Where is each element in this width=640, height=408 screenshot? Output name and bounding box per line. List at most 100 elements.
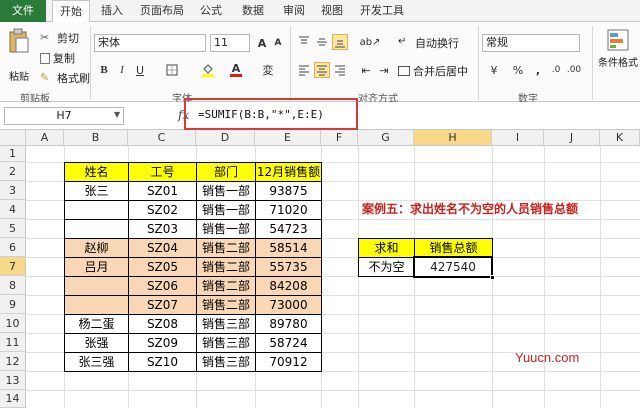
- tab-view[interactable]: 视图: [314, 0, 350, 22]
- table-header-id[interactable]: 工号: [128, 162, 197, 182]
- column-header-h[interactable]: H: [414, 130, 492, 146]
- table-header-dept[interactable]: 部门: [196, 162, 256, 182]
- tab-home[interactable]: 开始: [52, 0, 90, 23]
- increase-decimal-button[interactable]: .0: [548, 62, 564, 78]
- tab-file[interactable]: 文件: [0, 0, 46, 22]
- align-right-button[interactable]: [332, 62, 348, 78]
- table-cell-id[interactable]: SZ01: [128, 181, 197, 201]
- percent-format-button[interactable]: %: [510, 62, 526, 78]
- tab-formulas[interactable]: 公式: [192, 0, 230, 22]
- active-cell-h7[interactable]: 427540: [413, 256, 495, 280]
- number-format-select[interactable]: 常规: [482, 34, 580, 52]
- table-cell-sales[interactable]: 93875: [255, 181, 322, 201]
- underline-button[interactable]: U: [132, 62, 148, 78]
- decrease-indent-button[interactable]: ⇤: [358, 62, 374, 78]
- row-header-14[interactable]: 14: [0, 390, 26, 408]
- table-cell-id[interactable]: SZ08: [128, 314, 197, 334]
- row-header-9[interactable]: 9: [0, 295, 26, 314]
- table-cell-id[interactable]: SZ05: [128, 257, 197, 277]
- column-header-k[interactable]: K: [600, 130, 640, 146]
- tab-developer[interactable]: 开发工具: [354, 0, 410, 22]
- summary-header-value[interactable]: 销售总额: [414, 238, 493, 258]
- table-cell-name[interactable]: 张强: [64, 333, 129, 353]
- align-top-button[interactable]: [296, 34, 312, 50]
- copy-button[interactable]: 复制: [40, 50, 75, 66]
- name-box-dropdown-icon[interactable]: ▼: [114, 110, 120, 119]
- table-cell-name[interactable]: [64, 276, 129, 296]
- tab-page-layout[interactable]: 页面布局: [134, 0, 190, 22]
- table-cell-sales[interactable]: 55735: [255, 257, 322, 277]
- align-middle-button[interactable]: [314, 34, 330, 50]
- table-cell-sales[interactable]: 70912: [255, 352, 322, 372]
- row-header-5[interactable]: 5: [0, 219, 26, 238]
- row-header-10[interactable]: 10: [0, 314, 26, 333]
- column-header-g[interactable]: G: [358, 130, 414, 146]
- table-cell-id[interactable]: SZ06: [128, 276, 197, 296]
- row-header-12[interactable]: 12: [0, 352, 26, 371]
- paste-button[interactable]: 粘贴: [6, 28, 32, 83]
- summary-header-label[interactable]: 求和: [358, 238, 415, 258]
- table-cell-id[interactable]: SZ04: [128, 238, 197, 258]
- table-cell-dept[interactable]: 销售一部: [196, 181, 256, 201]
- font-color-button[interactable]: A: [228, 62, 244, 78]
- decrease-decimal-button[interactable]: .00: [566, 62, 582, 78]
- column-header-j[interactable]: J: [544, 130, 600, 146]
- table-cell-dept[interactable]: 销售一部: [196, 200, 256, 220]
- grow-font-button[interactable]: A: [254, 35, 270, 51]
- summary-row-label[interactable]: 不为空: [358, 257, 415, 277]
- phonetic-button[interactable]: 変: [260, 62, 276, 78]
- row-header-7[interactable]: 7: [0, 257, 26, 276]
- table-cell-id[interactable]: SZ03: [128, 219, 197, 239]
- name-box[interactable]: H7: [4, 107, 124, 125]
- borders-button[interactable]: [164, 62, 180, 78]
- table-cell-sales[interactable]: 71020: [255, 200, 322, 220]
- wrap-text-button[interactable]: ↵ 自动换行: [398, 35, 459, 51]
- row-header-1[interactable]: 1: [0, 146, 26, 162]
- shrink-font-button[interactable]: A: [270, 35, 286, 51]
- table-cell-id[interactable]: SZ09: [128, 333, 197, 353]
- comma-format-button[interactable]: ,: [530, 62, 546, 78]
- table-cell-dept[interactable]: 销售二部: [196, 238, 256, 258]
- row-header-4[interactable]: 4: [0, 200, 26, 219]
- row-header-6[interactable]: 6: [0, 238, 26, 257]
- table-cell-dept[interactable]: 销售三部: [196, 314, 256, 334]
- currency-format-button[interactable]: ¥: [486, 62, 502, 78]
- align-left-button[interactable]: [296, 62, 312, 78]
- row-header-3[interactable]: 3: [0, 181, 26, 200]
- table-header-sales[interactable]: 12月销售额: [255, 162, 322, 182]
- font-name-select[interactable]: 宋体: [94, 34, 206, 52]
- table-cell-name[interactable]: 吕月: [64, 257, 129, 277]
- column-header-e[interactable]: E: [255, 130, 321, 146]
- row-header-2[interactable]: 2: [0, 162, 26, 181]
- table-cell-dept[interactable]: 销售三部: [196, 352, 256, 372]
- table-cell-dept[interactable]: 销售二部: [196, 276, 256, 296]
- column-header-c[interactable]: C: [128, 130, 196, 146]
- table-header-name[interactable]: 姓名: [64, 162, 129, 182]
- align-center-button[interactable]: [314, 62, 330, 78]
- table-cell-id[interactable]: SZ10: [128, 352, 197, 372]
- table-cell-name[interactable]: 张三: [64, 181, 129, 201]
- table-cell-name[interactable]: [64, 295, 129, 315]
- table-cell-name[interactable]: [64, 200, 129, 220]
- fill-color-button[interactable]: [200, 62, 216, 78]
- table-cell-sales[interactable]: 89780: [255, 314, 322, 334]
- bold-button[interactable]: B: [96, 62, 112, 78]
- table-cell-sales[interactable]: 73000: [255, 295, 322, 315]
- select-all-corner[interactable]: [0, 130, 26, 146]
- format-painter-button[interactable]: ✎ 格式刷: [40, 70, 90, 86]
- italic-button[interactable]: I: [114, 62, 130, 78]
- column-header-a[interactable]: A: [26, 130, 64, 146]
- table-cell-sales[interactable]: 54723: [255, 219, 322, 239]
- row-header-8[interactable]: 8: [0, 276, 26, 295]
- align-bottom-button[interactable]: [332, 34, 348, 50]
- row-header-11[interactable]: 11: [0, 333, 26, 352]
- column-header-b[interactable]: B: [64, 130, 128, 146]
- table-cell-dept[interactable]: 销售二部: [196, 295, 256, 315]
- table-cell-name[interactable]: 赵柳: [64, 238, 129, 258]
- table-cell-dept[interactable]: 销售二部: [196, 257, 256, 277]
- cut-button[interactable]: ✂ 剪切: [40, 30, 79, 46]
- table-cell-name[interactable]: [64, 219, 129, 239]
- font-size-select[interactable]: 11: [210, 34, 250, 52]
- table-cell-sales[interactable]: 84208: [255, 276, 322, 296]
- increase-indent-button[interactable]: ⇥: [376, 62, 392, 78]
